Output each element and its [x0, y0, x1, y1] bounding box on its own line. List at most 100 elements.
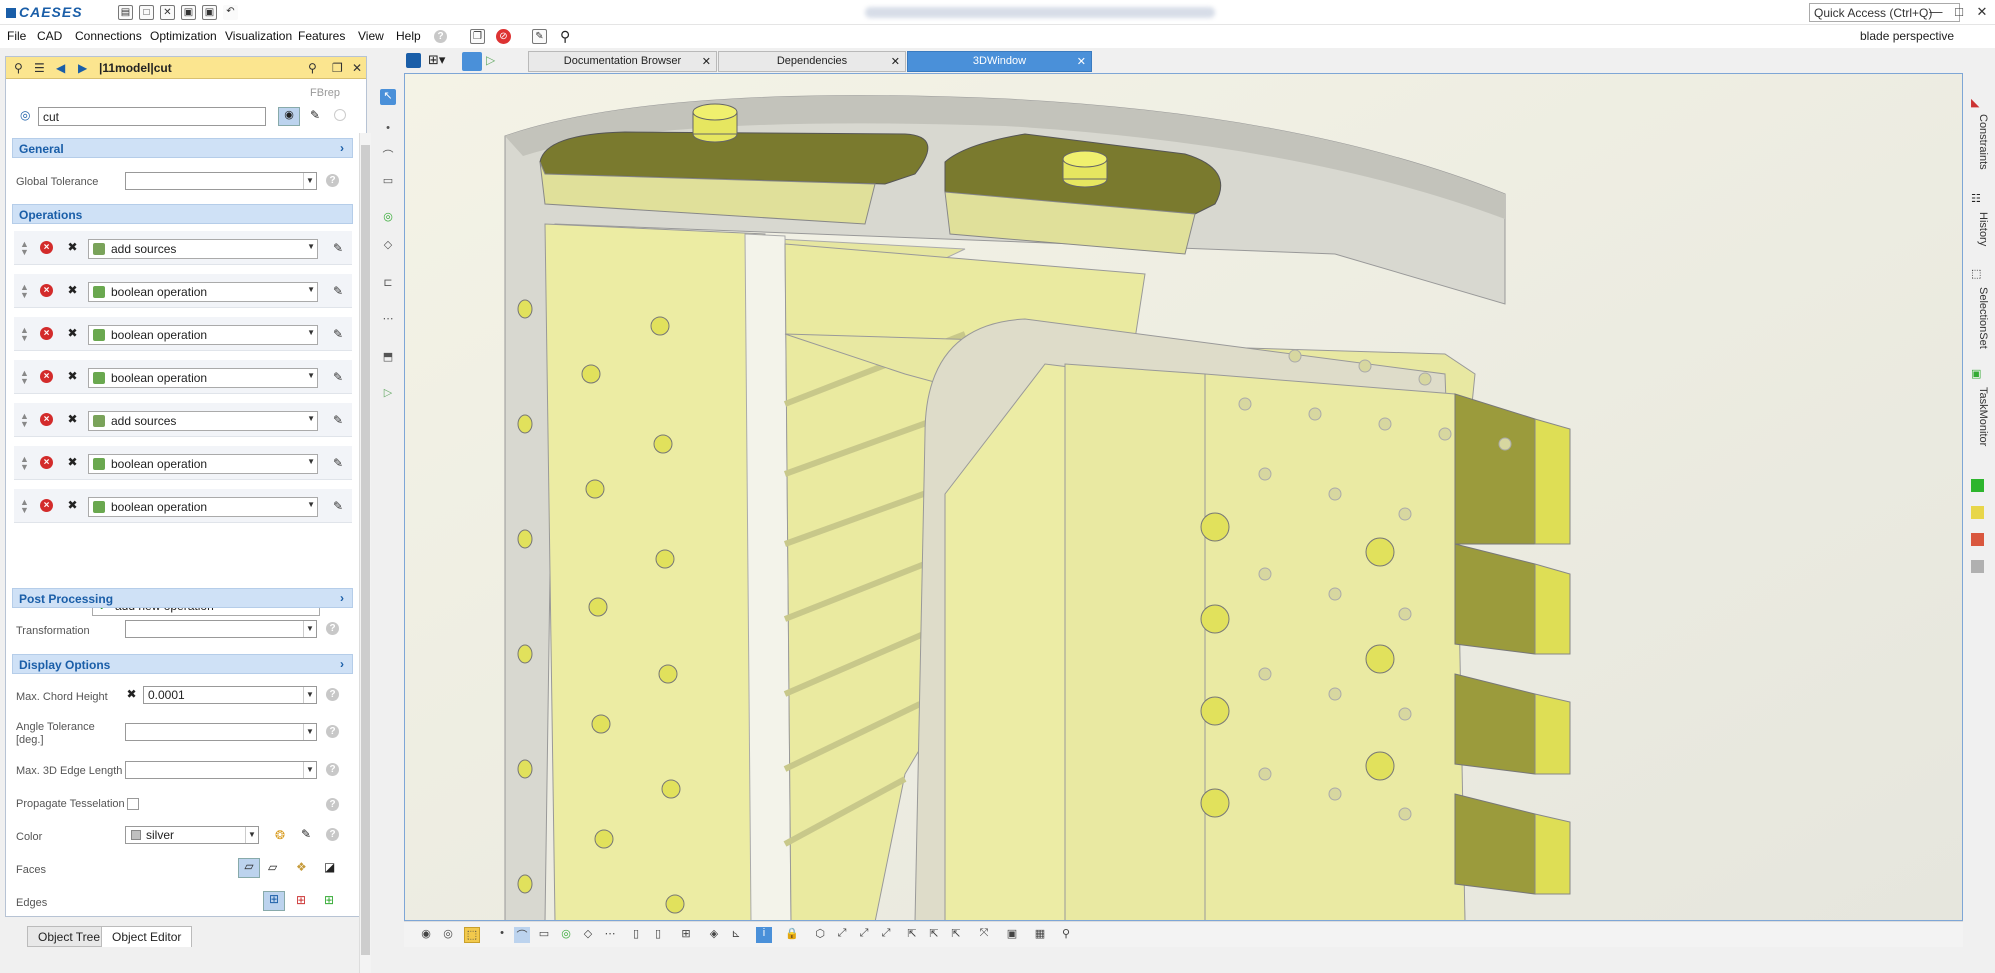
menu-connections[interactable]: Connections: [75, 29, 142, 43]
close-project-icon[interactable]: ✕: [160, 5, 175, 20]
disable-icon[interactable]: ✖: [66, 326, 79, 340]
help-icon[interactable]: ?: [326, 174, 339, 187]
reorder-icon[interactable]: ▲ ▼: [20, 412, 29, 429]
disable-icon[interactable]: ✖: [66, 369, 79, 383]
operation-combo[interactable]: boolean operation ▼: [88, 282, 318, 302]
delete-icon[interactable]: ×: [40, 370, 53, 383]
point-snap-icon[interactable]: •: [494, 927, 510, 943]
angle-tolerance-combo[interactable]: ▼: [125, 723, 317, 741]
help-icon[interactable]: ?: [326, 828, 339, 841]
layout-icon[interactable]: ⊞: [678, 927, 694, 943]
view-neg-z-icon[interactable]: ⇱: [948, 927, 964, 943]
search-icon[interactable]: ⚲: [308, 61, 317, 75]
close-tab-icon[interactable]: ✕: [1077, 55, 1086, 68]
status-yellow[interactable]: [1971, 506, 1984, 519]
transformation-combo[interactable]: ▼: [125, 620, 317, 638]
section-display-options[interactable]: Display Options ›: [12, 654, 353, 674]
faces-texture-icon[interactable]: ❖: [296, 860, 307, 874]
tab-taskmonitor[interactable]: TaskMonitor: [1969, 387, 1989, 446]
edges-green-icon[interactable]: ⊞: [324, 893, 334, 907]
help-icon[interactable]: ?: [434, 30, 447, 43]
global-tolerance-combo[interactable]: ▼: [125, 172, 317, 190]
menu-cad[interactable]: CAD: [37, 29, 62, 43]
back-arrow-icon[interactable]: ◀: [56, 61, 65, 75]
reorder-icon[interactable]: ▲ ▼: [20, 326, 29, 343]
disable-icon[interactable]: ✖: [66, 455, 79, 469]
reorder-icon[interactable]: ▲ ▼: [20, 240, 29, 257]
grid-icon[interactable]: ▦: [1032, 927, 1048, 943]
lock-icon[interactable]: 🔒: [784, 927, 800, 943]
forward-arrow-icon[interactable]: ▶: [78, 61, 87, 75]
menu-optimization[interactable]: Optimization: [150, 29, 217, 43]
edit-icon[interactable]: ✎: [310, 108, 320, 122]
stop-icon[interactable]: ⊘: [496, 29, 511, 44]
delete-icon[interactable]: ×: [40, 413, 53, 426]
view-neg-x-icon[interactable]: ⇱: [904, 927, 920, 943]
reorder-icon[interactable]: ▲ ▼: [20, 283, 29, 300]
list-icon[interactable]: ☰: [34, 61, 45, 75]
maximize-button[interactable]: □: [1948, 2, 1970, 22]
palette-icon[interactable]: ❂: [275, 828, 285, 842]
edit-icon[interactable]: ✎: [532, 29, 547, 44]
render-icon[interactable]: ◎: [440, 927, 456, 943]
faces-outline-icon[interactable]: ◪: [324, 860, 335, 874]
edit-icon[interactable]: ✎: [333, 327, 343, 341]
grid-dropdown-icon[interactable]: ⊞▾: [428, 52, 445, 68]
menu-help[interactable]: Help: [396, 29, 421, 43]
pin-icon[interactable]: ⚲: [560, 28, 570, 45]
tab-documentation-browser[interactable]: Documentation Browser ✕: [528, 51, 717, 72]
layout-icon[interactable]: ▤: [118, 5, 133, 20]
faces-wire-icon[interactable]: ▱: [268, 860, 277, 874]
import-icon[interactable]: ⬒: [380, 350, 396, 366]
viewer-icon[interactable]: [462, 52, 482, 71]
solid-snap-icon[interactable]: ◇: [580, 927, 596, 943]
disable-icon[interactable]: ✖: [66, 412, 79, 426]
shading-icon[interactable]: ◉: [418, 927, 434, 943]
section-operations[interactable]: Operations: [12, 204, 353, 224]
help-icon[interactable]: ?: [326, 763, 339, 776]
point-icon[interactable]: •: [380, 122, 396, 138]
brep-icon[interactable]: ◎: [380, 210, 396, 226]
section-post-processing[interactable]: Post Processing ›: [12, 588, 353, 608]
disable-icon[interactable]: ✖: [66, 240, 79, 254]
menu-features[interactable]: Features: [298, 29, 345, 43]
edit-icon[interactable]: ✎: [301, 827, 311, 841]
measure-icon[interactable]: ⋯: [602, 927, 618, 943]
view-icon[interactable]: [406, 53, 421, 68]
color-combo[interactable]: silver ▼: [125, 826, 259, 844]
help-icon[interactable]: ?: [326, 798, 339, 811]
tab-constraints[interactable]: Constraints: [1969, 114, 1989, 170]
edit-icon[interactable]: ✎: [333, 499, 343, 513]
help-icon[interactable]: ?: [326, 688, 339, 701]
operation-combo[interactable]: boolean operation ▼: [88, 454, 318, 474]
parameter-icon[interactable]: ⊏: [380, 276, 396, 292]
close-tab-icon[interactable]: ✕: [891, 55, 900, 68]
3d-viewport[interactable]: [404, 73, 1963, 921]
disable-icon[interactable]: ✖: [66, 498, 79, 512]
edges-all-icon[interactable]: ⊞: [263, 891, 285, 911]
help-icon[interactable]: ?: [326, 725, 339, 738]
tab-selectionset[interactable]: SelectionSet: [1969, 287, 1989, 349]
close-tab-icon[interactable]: ✕: [702, 55, 711, 68]
run-icon[interactable]: ▷: [380, 386, 396, 402]
edge-length-combo[interactable]: ▼: [125, 761, 317, 779]
reorder-icon[interactable]: ▲ ▼: [20, 455, 29, 472]
edit-icon[interactable]: ✎: [333, 413, 343, 427]
panel-scrollbar[interactable]: [359, 133, 371, 973]
pin-icon[interactable]: ⚲: [14, 61, 23, 75]
status-gray[interactable]: [1971, 560, 1984, 573]
save-as-icon[interactable]: ▣: [202, 5, 217, 20]
edit-icon[interactable]: ✎: [333, 241, 343, 255]
status-red[interactable]: [1971, 533, 1984, 546]
close-button[interactable]: ✕: [1971, 2, 1993, 22]
info-icon[interactable]: i: [756, 927, 772, 943]
propagate-checkbox[interactable]: [127, 798, 139, 810]
menu-view[interactable]: View: [358, 29, 384, 43]
edges-red-icon[interactable]: ⊞: [296, 893, 306, 907]
camera-icon[interactable]: ▣: [1004, 927, 1020, 943]
chord-height-combo[interactable]: 0.0001 ▼: [143, 686, 317, 704]
disable-icon[interactable]: ✖: [125, 687, 138, 701]
edit-icon[interactable]: ✎: [333, 370, 343, 384]
solid-icon[interactable]: ◇: [380, 238, 396, 254]
curve-snap-icon[interactable]: ⌒: [514, 927, 530, 943]
